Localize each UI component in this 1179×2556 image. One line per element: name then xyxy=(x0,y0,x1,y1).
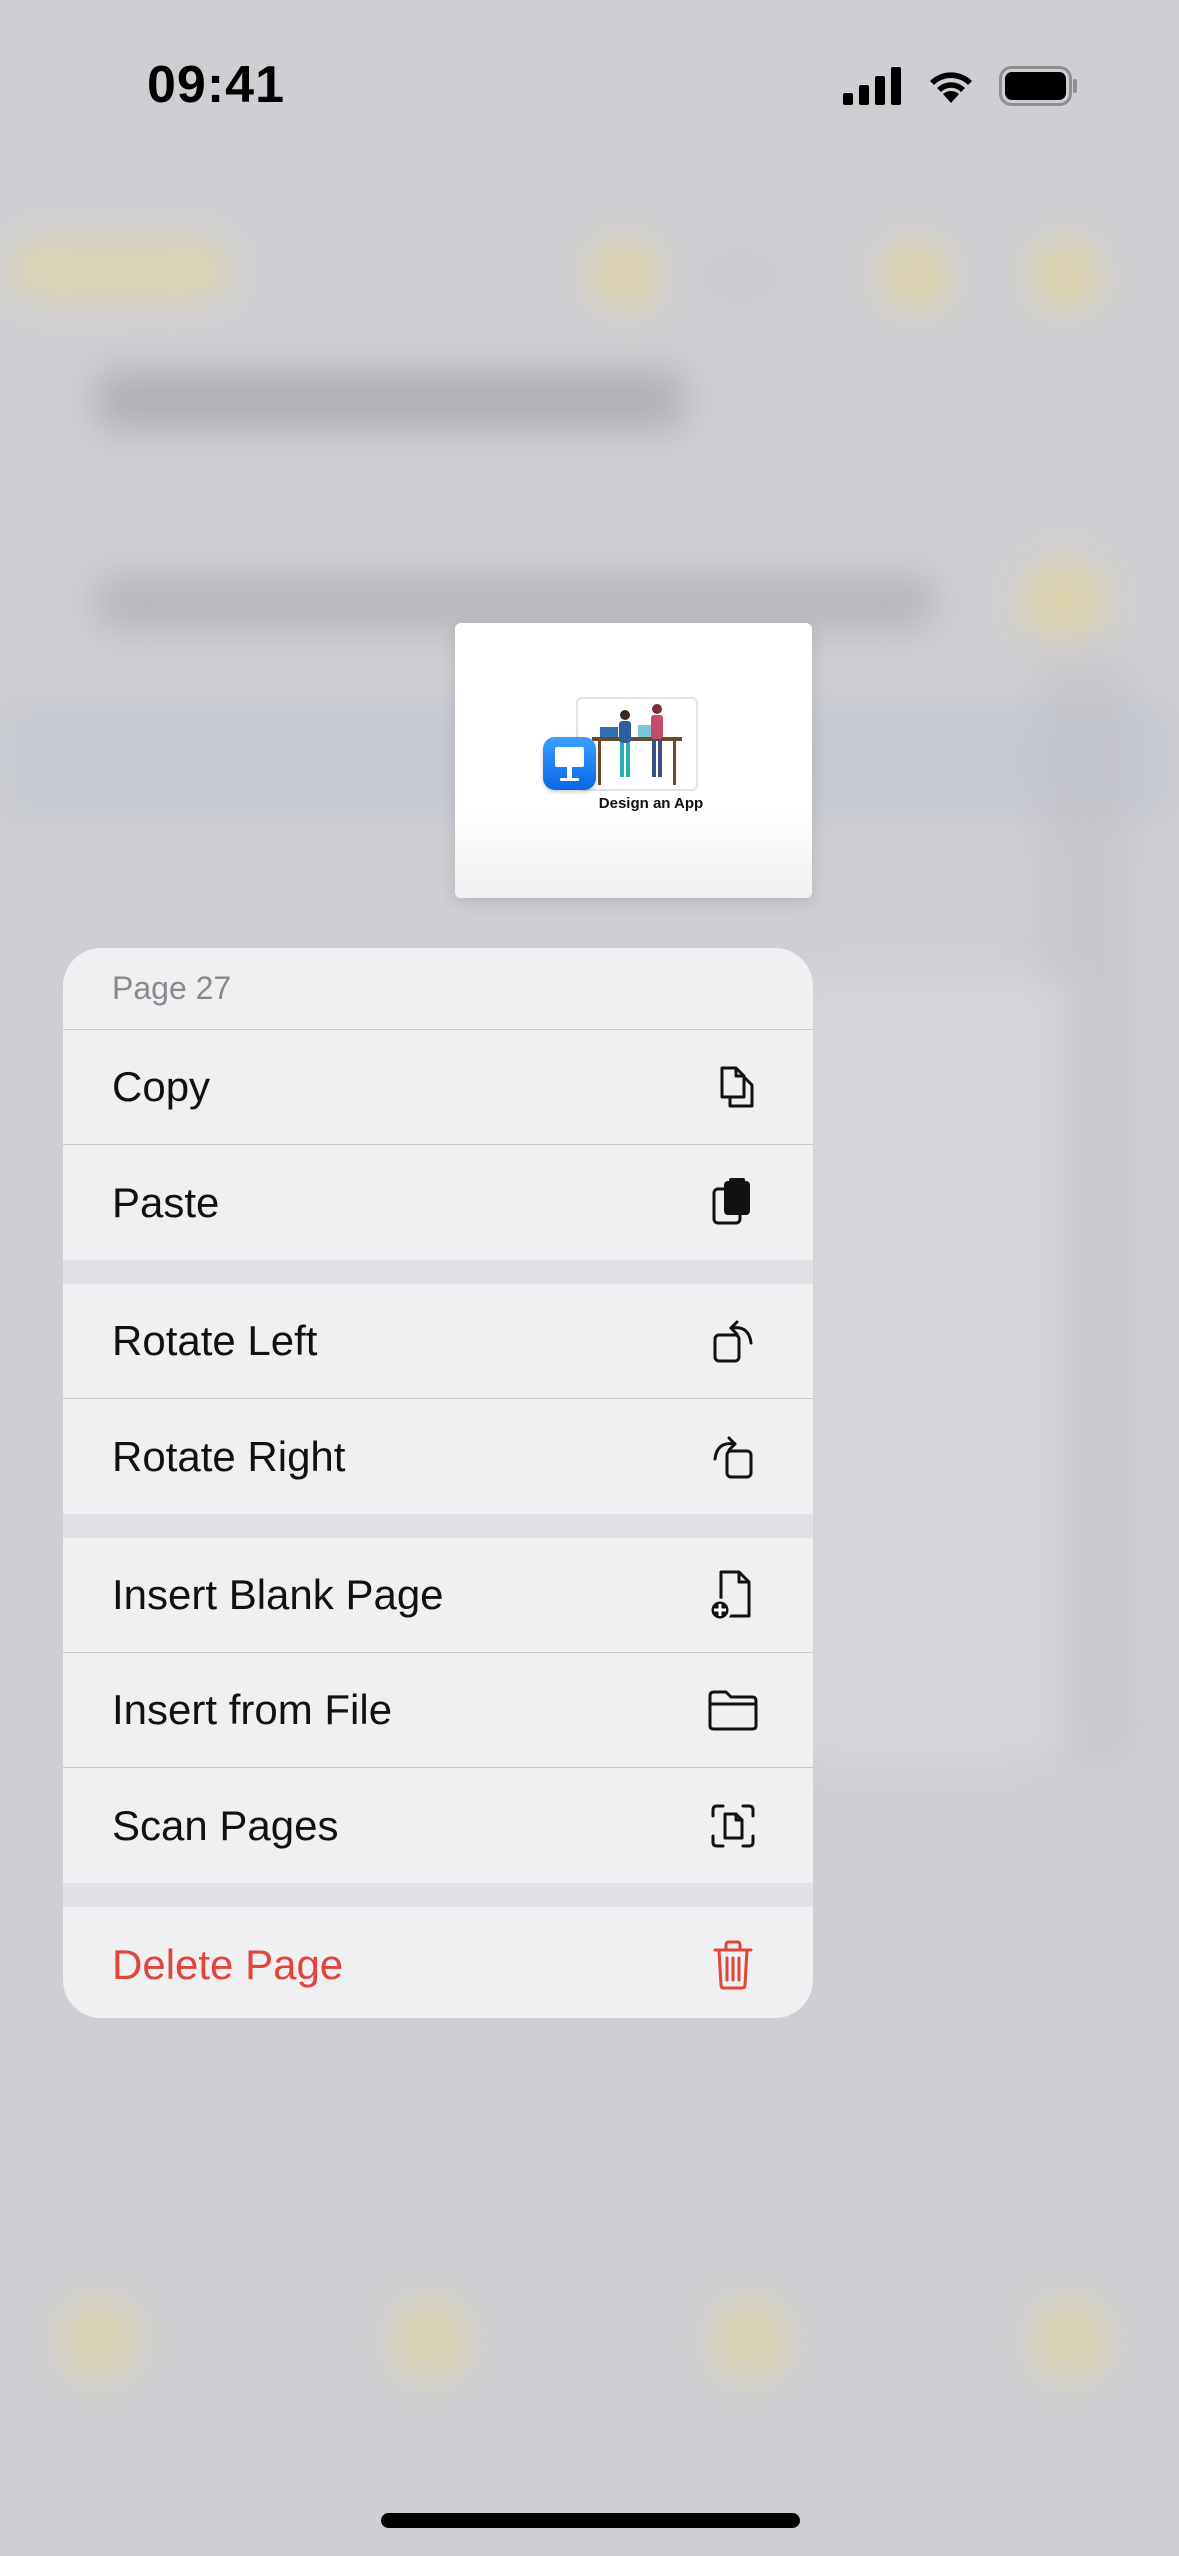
copy-icon xyxy=(705,1059,761,1115)
home-indicator[interactable] xyxy=(381,2513,800,2528)
menu-item-label: Scan Pages xyxy=(112,1801,339,1849)
status-time: 09:41 xyxy=(147,56,285,114)
insert-blank-page-icon xyxy=(705,1567,761,1623)
menu-item-copy[interactable]: Copy xyxy=(63,1030,813,1145)
menu-item-paste[interactable]: Paste xyxy=(63,1145,813,1260)
context-menu: Page 27 Copy Paste Rotate Left Rotate Ri… xyxy=(63,948,813,2018)
menu-title: Page 27 xyxy=(63,948,813,1030)
rotate-left-icon xyxy=(705,1313,761,1369)
menu-item-delete-page[interactable]: Delete Page xyxy=(63,1907,813,2018)
page-preview: Design an App xyxy=(455,623,812,898)
menu-item-rotate-left[interactable]: Rotate Left xyxy=(63,1284,813,1399)
keynote-app-icon xyxy=(543,737,596,790)
battery-icon xyxy=(999,66,1077,106)
folder-icon xyxy=(705,1682,761,1738)
wifi-icon xyxy=(930,72,972,103)
cellular-signal-icon xyxy=(843,67,901,105)
menu-item-label: Delete Page xyxy=(112,1940,344,1988)
menu-item-insert-from-file[interactable]: Insert from File xyxy=(63,1653,813,1768)
menu-item-label: Copy xyxy=(112,1063,211,1110)
trash-icon xyxy=(705,1937,761,1993)
menu-item-label: Insert from File xyxy=(112,1686,393,1733)
menu-item-label: Rotate Right xyxy=(112,1432,346,1480)
rotate-right-icon xyxy=(705,1429,761,1485)
menu-item-scan-pages[interactable]: Scan Pages xyxy=(63,1768,813,1883)
status-bar: 09:41 xyxy=(0,0,1179,170)
menu-item-insert-blank-page[interactable]: Insert Blank Page xyxy=(63,1538,813,1653)
menu-item-label: Insert Blank Page xyxy=(112,1571,444,1618)
paste-icon xyxy=(705,1175,761,1231)
scan-icon xyxy=(705,1798,761,1854)
menu-item-rotate-right[interactable]: Rotate Right xyxy=(63,1399,813,1514)
preview-caption: Design an App xyxy=(598,795,704,812)
menu-item-label: Rotate Left xyxy=(112,1317,318,1364)
menu-item-label: Paste xyxy=(112,1178,220,1226)
